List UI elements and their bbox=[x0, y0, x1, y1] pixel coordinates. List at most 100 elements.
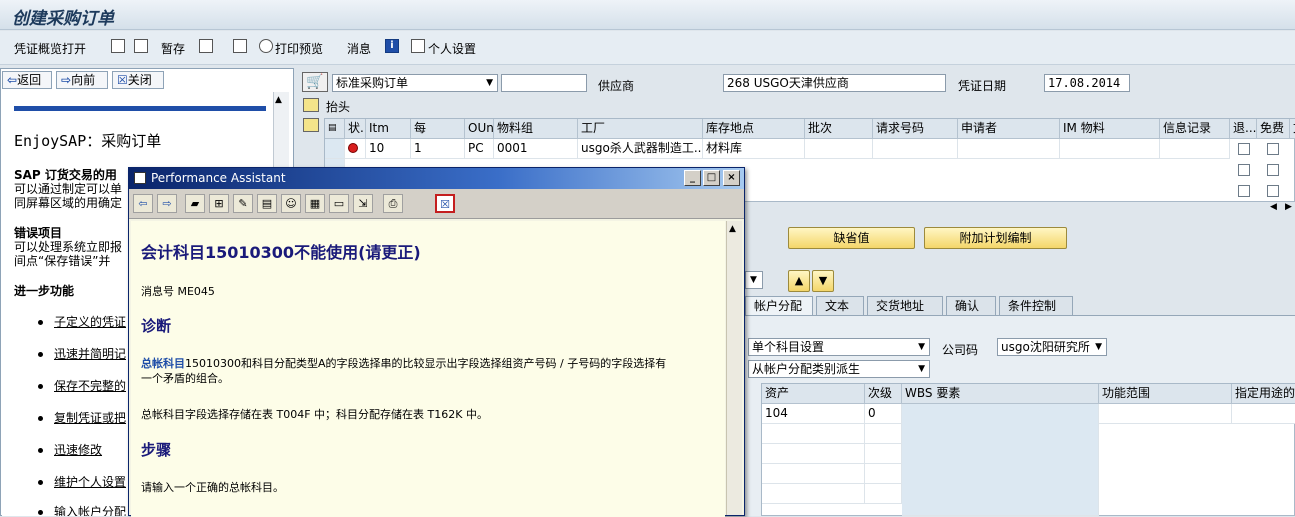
col-status[interactable]: 状. bbox=[345, 119, 366, 139]
dialog-titlebar[interactable]: Performance Assistant bbox=[129, 168, 744, 189]
dialog-scrollbar[interactable] bbox=[726, 221, 742, 515]
col-im-material[interactable]: IM 物料 bbox=[1060, 119, 1160, 139]
collapse-items-icon[interactable] bbox=[303, 118, 319, 132]
structure-icon[interactable]: ⊞ bbox=[209, 194, 229, 213]
vendor-field[interactable]: 268 USGO天津供应商 bbox=[723, 74, 946, 92]
gl-account-link[interactable]: 总帐科目 bbox=[141, 357, 185, 370]
forward-arrow-icon[interactable]: ⇨ bbox=[157, 194, 177, 213]
col-functional-area[interactable]: 功能范围 bbox=[1099, 384, 1232, 404]
maximize-button[interactable]: □ bbox=[703, 170, 720, 186]
col-per[interactable]: 每 bbox=[411, 119, 465, 139]
check-icon[interactable] bbox=[199, 39, 213, 53]
label-icon[interactable]: ▭ bbox=[329, 194, 349, 213]
close-help-button[interactable]: ☒关闭 bbox=[112, 71, 164, 89]
item-select-dropdown[interactable]: ▼ bbox=[745, 271, 763, 289]
col-item[interactable]: Itm bbox=[366, 119, 411, 139]
free-checkbox[interactable] bbox=[1267, 185, 1279, 197]
tab-account-assignment[interactable]: 帐户分配 bbox=[745, 296, 813, 316]
free-checkbox[interactable] bbox=[1267, 143, 1279, 155]
notes-icon[interactable]: ▤ bbox=[257, 194, 277, 213]
col-earmarked[interactable]: 指定用途的 bbox=[1232, 384, 1295, 404]
category-select[interactable]: 从帐户分配类别派生 ▼ bbox=[748, 360, 930, 378]
overview-button[interactable]: 凭证概览打开 bbox=[14, 40, 86, 57]
edit-icon[interactable]: ✎ bbox=[233, 194, 253, 213]
help-link-1[interactable]: 子定义的凭证 bbox=[54, 313, 126, 330]
col-requisitioner[interactable]: 申请者 bbox=[958, 119, 1060, 139]
hold-button[interactable]: 暂存 bbox=[161, 40, 185, 57]
cell-empty[interactable] bbox=[762, 424, 865, 444]
messages-button[interactable]: 消息 bbox=[347, 40, 371, 57]
cell-empty[interactable] bbox=[865, 484, 902, 504]
help-link-5[interactable]: 迅速修改 bbox=[54, 441, 102, 458]
additional-planning-button[interactable]: 附加计划编制 bbox=[924, 227, 1067, 249]
scroll-left-icon[interactable]: ◀ bbox=[1270, 202, 1277, 212]
expand-header-icon[interactable] bbox=[303, 98, 319, 112]
cell-wbs[interactable] bbox=[902, 404, 1099, 516]
help-link-7[interactable]: 输入帐户分配 bbox=[54, 503, 126, 516]
tab-delivery-address[interactable]: 交货地址 bbox=[867, 296, 943, 316]
free-checkbox[interactable] bbox=[1267, 164, 1279, 176]
return-checkbox[interactable] bbox=[1238, 164, 1250, 176]
cell-empty[interactable] bbox=[762, 484, 865, 504]
col-wbs[interactable]: WBS 要素 bbox=[902, 384, 1099, 404]
distribution-select[interactable]: 单个科目设置 ▼ bbox=[748, 338, 930, 356]
col-free[interactable]: 免费 bbox=[1257, 119, 1290, 139]
cell-per[interactable]: 1 bbox=[411, 139, 465, 159]
help-link-2[interactable]: 迅速并简明记 bbox=[54, 345, 126, 362]
cell-functional-area[interactable] bbox=[1099, 404, 1232, 424]
cell-sub-number[interactable]: 0 bbox=[865, 404, 902, 424]
return-checkbox[interactable] bbox=[1238, 185, 1250, 197]
col-sub-number[interactable]: 次级 bbox=[865, 384, 902, 404]
back-button[interactable]: ⇦返回 bbox=[2, 71, 52, 89]
cell-plant[interactable]: usgo杀人武器制造工... bbox=[578, 139, 703, 159]
default-values-button[interactable]: 缺省值 bbox=[788, 227, 915, 249]
personal-settings-button[interactable]: 个人设置 bbox=[428, 40, 476, 57]
copy-icon[interactable] bbox=[134, 39, 148, 53]
back-arrow-icon[interactable]: ⇦ bbox=[133, 194, 153, 213]
scroll-up-icon[interactable]: ▲ bbox=[275, 95, 282, 105]
cell-earmarked[interactable] bbox=[1232, 404, 1295, 424]
column-settings-icon[interactable]: ▤ bbox=[325, 119, 345, 139]
cell-batch[interactable] bbox=[805, 139, 873, 159]
row-selector[interactable] bbox=[325, 139, 345, 159]
company-code-select[interactable]: usgo沈阳研究所 ▼ bbox=[997, 338, 1107, 356]
return-checkbox[interactable] bbox=[1238, 143, 1250, 155]
personal-settings-icon[interactable] bbox=[411, 39, 425, 53]
tab-text[interactable]: 文本 bbox=[816, 296, 864, 316]
previous-item-button[interactable]: ▲ bbox=[788, 270, 810, 292]
cell-empty[interactable] bbox=[762, 464, 865, 484]
cell-empty[interactable] bbox=[865, 464, 902, 484]
cart-icon[interactable]: 🛒 bbox=[302, 72, 328, 92]
doc-date-field[interactable]: 17.08.2014 bbox=[1044, 74, 1130, 92]
next-item-button[interactable]: ▼ bbox=[812, 270, 834, 292]
cell-request-number[interactable] bbox=[873, 139, 958, 159]
print-icon[interactable]: ⎙ bbox=[383, 194, 403, 213]
col-info-record[interactable]: 信息记录 bbox=[1160, 119, 1230, 139]
cell-empty[interactable] bbox=[762, 444, 865, 464]
book-icon[interactable]: ▰ bbox=[185, 194, 205, 213]
cell-empty[interactable] bbox=[865, 444, 902, 464]
close-button[interactable]: × bbox=[723, 170, 740, 186]
tab-confirmation[interactable]: 确认 bbox=[946, 296, 996, 316]
col-oun[interactable]: OUn bbox=[465, 119, 494, 139]
col-asset[interactable]: 资产 bbox=[762, 384, 865, 404]
cell-empty[interactable] bbox=[865, 424, 902, 444]
minimize-button[interactable]: _ bbox=[684, 170, 701, 186]
order-number-field[interactable] bbox=[501, 74, 587, 92]
help-link-4[interactable]: 复制凭证或把 bbox=[54, 409, 126, 426]
info-icon[interactable]: i bbox=[385, 39, 399, 53]
col-storage-location[interactable]: 库存地点 bbox=[703, 119, 805, 139]
col-batch[interactable]: 批次 bbox=[805, 119, 873, 139]
export-icon[interactable]: ⇲ bbox=[353, 194, 373, 213]
scroll-right-icon[interactable]: ▶ bbox=[1285, 202, 1292, 212]
cell-info-record[interactable] bbox=[1160, 139, 1230, 159]
tab-condition-control[interactable]: 条件控制 bbox=[999, 296, 1073, 316]
print-preview-button[interactable]: 打印预览 bbox=[275, 40, 323, 57]
cell-im-material[interactable] bbox=[1060, 139, 1160, 159]
cell-item[interactable]: 10 bbox=[366, 139, 411, 159]
help-link-3[interactable]: 保存不完整的 bbox=[54, 377, 126, 394]
cell-requisitioner[interactable] bbox=[958, 139, 1060, 159]
cell-material-group[interactable]: 0001 bbox=[494, 139, 578, 159]
col-request-number[interactable]: 请求号码 bbox=[873, 119, 958, 139]
help-link-6[interactable]: 维护个人设置 bbox=[54, 473, 126, 490]
